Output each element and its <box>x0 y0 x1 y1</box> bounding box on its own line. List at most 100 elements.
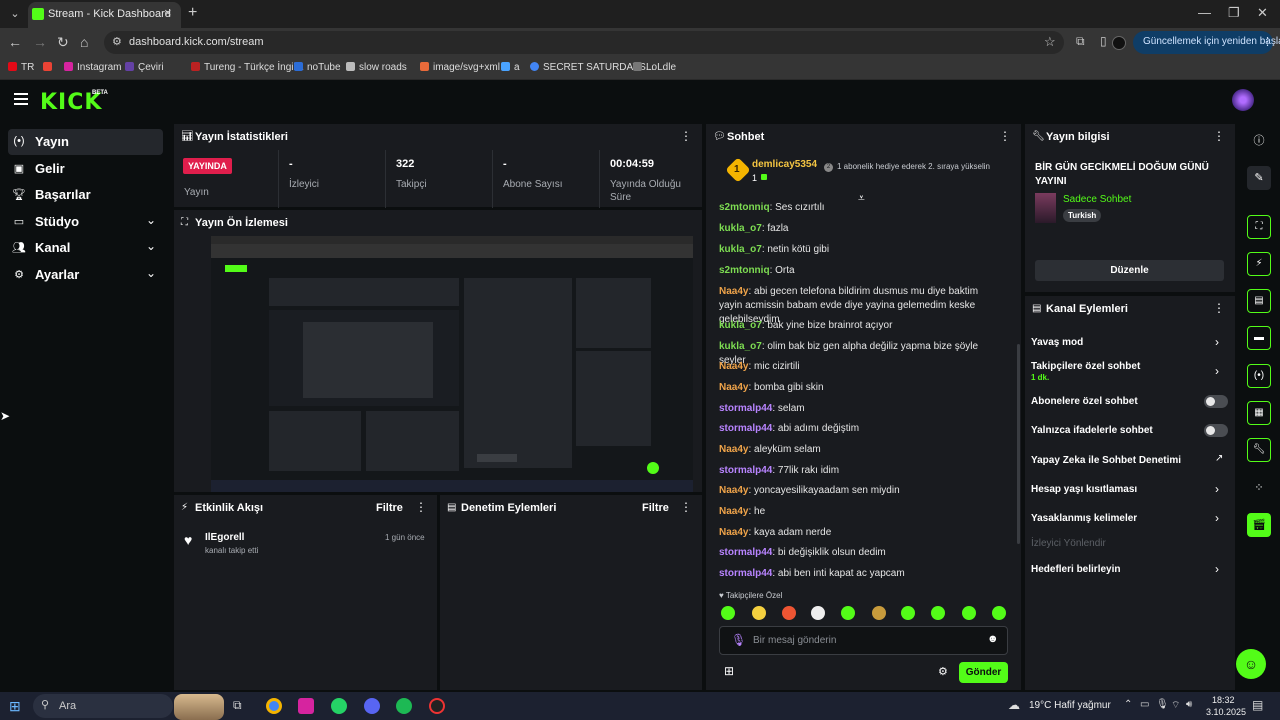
clip-icon[interactable]: ⛶ <box>1247 215 1271 239</box>
extensions-icon[interactable]: ⧉ <box>1076 34 1085 49</box>
tray-chevron-icon[interactable]: ⌃ <box>1124 699 1132 710</box>
address-bar[interactable]: ⚙ dashboard.kick.com/stream ☆ <box>104 31 1064 54</box>
browser-tab[interactable]: Stream - Kick Dashboard × <box>28 2 181 28</box>
filter-button[interactable]: Filtre <box>642 502 669 514</box>
wrench-icon[interactable]: 🔧︎ <box>1247 438 1271 462</box>
update-restart-button[interactable]: Güncellemek için yeniden başlat ⋮ <box>1133 31 1280 54</box>
chat-username[interactable]: Naa4y <box>719 382 748 393</box>
bookmark-a[interactable]: a <box>501 62 520 73</box>
chevron-right-icon[interactable]: › <box>1215 335 1219 349</box>
sidebar-item-basarilar[interactable]: 🏆︎ Başarılar <box>8 182 163 208</box>
bookmark-gmail[interactable] <box>43 62 56 73</box>
sidebar-item-gelir[interactable]: ▣ Gelir <box>8 156 163 182</box>
chat-username[interactable]: Naa4y <box>719 506 748 517</box>
more-options-icon[interactable]: ⋮ <box>1213 129 1225 143</box>
microphone-icon[interactable]: 🎙︎ <box>731 633 746 647</box>
emote-icon[interactable] <box>721 606 735 620</box>
discord-icon[interactable] <box>364 698 380 714</box>
chat-username[interactable]: Naa4y <box>719 485 748 496</box>
sidebar-item-ayarlar[interactable]: ⚙ Ayarlar ⌄ <box>8 262 163 288</box>
bookmark-svg[interactable]: image/svg+xml <box>420 62 500 73</box>
chat-username[interactable]: stormalp44 <box>719 465 772 476</box>
emote-icon[interactable] <box>752 606 766 620</box>
category-thumbnail[interactable] <box>1035 193 1056 223</box>
chevron-right-icon[interactable]: › <box>1215 562 1219 576</box>
obs-icon[interactable] <box>429 698 445 714</box>
chat-username[interactable]: kukla_o7 <box>719 320 762 331</box>
emote-icon[interactable] <box>931 606 945 620</box>
edit-button[interactable]: Düzenle <box>1035 260 1224 281</box>
menu-icon[interactable] <box>14 93 28 105</box>
chat-username[interactable]: stormalp44 <box>719 423 772 434</box>
network-icon[interactable]: ▭ <box>1140 699 1149 710</box>
slow-mode-label[interactable]: Yavaş mod <box>1031 337 1083 348</box>
whatsapp-icon[interactable] <box>331 698 347 714</box>
chat-username[interactable]: kukla_o7 <box>719 223 762 234</box>
goals-label[interactable]: Hedefleri belirleyin <box>1031 564 1120 575</box>
chat-username[interactable]: s2mtonniq <box>719 265 770 276</box>
bookmark-tureng[interactable]: Tureng - Türkçe İngil... <box>191 62 304 73</box>
chat-username[interactable]: s2mtonniq <box>719 202 770 213</box>
chat-username[interactable]: Naa4y <box>719 527 748 538</box>
emoji-icon[interactable]: ☻ <box>987 633 999 645</box>
bookmark-notube[interactable]: noTube <box>294 62 341 73</box>
category-link[interactable]: Sadece Sohbet <box>1063 194 1131 205</box>
taskbar-search[interactable]: ⚲ Ara <box>33 694 173 718</box>
chat-input[interactable]: 🎙︎ Bir mesaj gönderin ☻ <box>719 626 1008 655</box>
profile-avatar[interactable] <box>1112 36 1126 50</box>
chevron-right-icon[interactable]: › <box>1215 482 1219 496</box>
bookmark-instagram[interactable]: Instagram <box>64 62 121 73</box>
clock-time[interactable]: 18:32 <box>1212 695 1235 705</box>
emote-icon[interactable] <box>782 606 796 620</box>
followers-chat-label[interactable]: Takipçilere özel sohbet <box>1031 361 1140 372</box>
stream-preview-video[interactable] <box>211 236 693 492</box>
spotify-icon[interactable] <box>396 698 412 714</box>
chevron-right-icon[interactable]: › <box>1215 364 1219 378</box>
windows-start-icon[interactable]: ⊞ <box>9 698 21 715</box>
volume-icon[interactable]: 🔊︎ <box>1186 699 1192 710</box>
chat-username[interactable]: Naa4y <box>719 286 748 297</box>
broadcast-icon[interactable]: (•) <box>1247 364 1271 388</box>
back-button[interactable]: ← <box>8 34 22 50</box>
emote-icon[interactable] <box>811 606 825 620</box>
lightning-icon[interactable]: ⚡︎ <box>1247 252 1271 276</box>
bookmark-ceviri[interactable]: Çeviri <box>125 62 164 73</box>
filter-button[interactable]: Filtre <box>376 502 403 514</box>
chat-username[interactable]: Naa4y <box>719 361 748 372</box>
forward-button[interactable]: → <box>33 34 47 50</box>
chat-settings-icon[interactable]: ⚙ <box>938 665 948 678</box>
chevron-right-icon[interactable]: › <box>1215 511 1219 525</box>
tab-search-button[interactable]: ⌄ <box>6 5 24 23</box>
clock-date[interactable]: 3.10.2025 <box>1206 707 1246 717</box>
support-chat-icon[interactable]: ☺ <box>1236 649 1266 679</box>
chat-username[interactable]: kukla_o7 <box>719 244 762 255</box>
emote-icon[interactable] <box>992 606 1006 620</box>
weather-text[interactable]: 19°C Hafif yağmur <box>1029 700 1111 711</box>
maximize-button[interactable]: ❐ <box>1228 5 1240 21</box>
account-age-label[interactable]: Hesap yaşı kısıtlaması <box>1031 484 1137 495</box>
clipboard-icon[interactable]: ▤ <box>1247 289 1271 313</box>
close-window-button[interactable]: ✕ <box>1257 5 1268 21</box>
apps-icon[interactable]: ⁘ <box>1247 476 1271 500</box>
subscribers-chat-toggle[interactable] <box>1204 395 1228 408</box>
bookmark-star-icon[interactable]: ☆ <box>1044 34 1056 50</box>
database-icon[interactable]: ▦ <box>1247 401 1271 425</box>
edit-pencil-icon[interactable]: ✎ <box>1247 166 1271 190</box>
user-avatar[interactable] <box>1232 89 1254 111</box>
new-tab-button[interactable]: + <box>188 4 197 22</box>
sidebar-icon[interactable]: ▯ <box>1100 34 1107 48</box>
banned-words-label[interactable]: Yasaklanmış kelimeler <box>1031 513 1137 524</box>
more-options-icon[interactable]: ⋮ <box>415 500 427 514</box>
instagram-icon[interactable] <box>298 698 314 714</box>
reload-button[interactable]: ↻ <box>57 34 69 51</box>
more-options-icon[interactable]: ⋮ <box>999 129 1011 143</box>
chat-username[interactable]: kukla_o7 <box>719 341 762 352</box>
event-user[interactable]: IlEgorell <box>205 532 244 543</box>
tab-close-icon[interactable]: × <box>164 5 172 20</box>
emote-icon[interactable] <box>841 606 855 620</box>
chat-username[interactable]: stormalp44 <box>719 547 772 558</box>
chat-username[interactable]: Naa4y <box>719 444 748 455</box>
gift-store-icon[interactable]: ⊞ <box>724 664 734 678</box>
tag-badge[interactable]: Turkish <box>1063 209 1102 222</box>
emote-only-toggle[interactable] <box>1204 424 1228 437</box>
